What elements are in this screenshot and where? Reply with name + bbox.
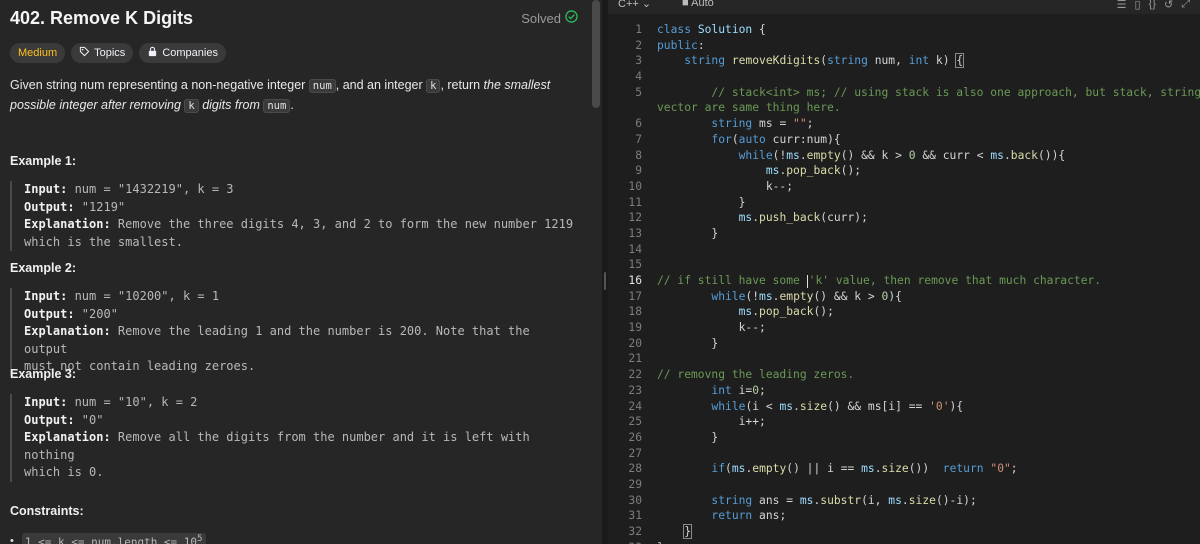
check-circle-icon <box>565 10 578 26</box>
code-line: 4 <box>635 70 642 84</box>
code-line: 6 string ms = ""; <box>635 117 814 131</box>
code-line: 11 } <box>628 195 746 209</box>
list-icon[interactable]: ☰ <box>1117 0 1127 11</box>
code-line: 21 <box>628 352 642 366</box>
language-select[interactable]: C++ ⌄ <box>618 0 651 10</box>
code-line: 3 string removeKdigits(string num, int k… <box>635 53 965 69</box>
topics-button[interactable]: Topics <box>71 43 134 63</box>
code-line: 33}; <box>608 540 1200 544</box>
code-line: 12 ms.push_back(curr); <box>628 211 868 225</box>
code-line-active: 16// if still have some 'k' value, then … <box>628 274 1102 288</box>
example-heading: Example 3: <box>10 367 77 381</box>
code-line: 10 k--; <box>628 179 794 193</box>
problem-title[interactable]: 402. Remove K Digits <box>10 8 193 29</box>
code-line: 18 ms.pop_back(); <box>628 305 834 319</box>
inline-code: num <box>263 99 291 113</box>
code-line: 15 <box>628 258 642 272</box>
lock-icon: ■ <box>682 0 689 9</box>
code-line: 2 public: <box>635 38 705 52</box>
problem-description: Given string num representing a non-nega… <box>10 78 551 113</box>
reset-icon[interactable]: ↺ <box>1164 0 1173 11</box>
tag-icon <box>79 46 90 60</box>
chevron-down-icon: ⌄ <box>641 0 652 10</box>
code-line: 5 // stack<int> ms; // using stack is al… <box>635 85 1200 99</box>
description-scrollbar[interactable] <box>590 0 602 544</box>
solved-status: Solved <box>521 10 578 26</box>
code-line: 22// removng the leading zeros. <box>628 368 855 382</box>
code-line: 1 class Solution { <box>635 23 766 36</box>
code-line: 31 return ans; <box>628 509 787 523</box>
code-line: 9 ms.pop_back(); <box>635 164 862 178</box>
inline-code: num <box>308 79 336 93</box>
splitter-grip[interactable] <box>604 272 606 290</box>
code-line: 13 } <box>628 226 719 240</box>
code-line: 32 } <box>628 524 693 539</box>
lock-icon <box>147 46 158 60</box>
code-line: 24 while(i < ms.size() && ms[i] == '0'){ <box>628 399 964 413</box>
code-line: vector are same thing here. <box>657 101 841 115</box>
description-panel: 402. Remove K Digits Solved Medium Topic… <box>0 0 590 544</box>
inline-code: k <box>184 99 199 113</box>
scrollbar-thumb[interactable] <box>592 0 600 108</box>
example-block: Input: num = "1432219", k = 3 Output: "1… <box>10 181 580 251</box>
constraints-heading: Constraints: <box>10 504 84 518</box>
constraint-item: • 1 <= k <= num.length <= 105 <box>10 533 206 544</box>
code-line: 19 k--; <box>628 321 766 335</box>
code-line: 17 while(!ms.empty() && k > 0){ <box>628 289 902 303</box>
code-line: 26 } <box>628 430 719 444</box>
code-area[interactable]: 1 class Solution { 2 public: 3 string remo… <box>608 22 1200 544</box>
code-line: 25 i++; <box>628 415 766 429</box>
code-editor-panel: C++ ⌄ ■ Auto ☰ ▯ {} ↺ ⤢ 1 class Solution … <box>608 0 1200 544</box>
braces-icon[interactable]: {} <box>1149 0 1156 11</box>
companies-button[interactable]: Companies <box>139 43 226 63</box>
code-line: 8 while(!ms.empty() && k > 0 && curr < m… <box>635 148 1066 162</box>
code-line: 20 } <box>628 336 719 350</box>
tag-row: Medium Topics Companies <box>10 43 226 63</box>
code-line: 29 <box>628 477 642 491</box>
example-heading: Example 2: <box>10 261 77 275</box>
code-line: 14 <box>628 242 642 256</box>
difficulty-badge[interactable]: Medium <box>10 43 66 63</box>
example-heading: Example 1: <box>10 154 77 168</box>
example-block: Input: num = "10200", k = 1 Output: "200… <box>10 288 580 376</box>
bookmark-icon[interactable]: ▯ <box>1135 0 1141 11</box>
mode-toggle[interactable]: ■ Auto <box>682 0 714 9</box>
solved-label: Solved <box>521 10 561 26</box>
editor-toolbar: C++ ⌄ ■ Auto ☰ ▯ {} ↺ ⤢ <box>608 0 1200 14</box>
code-line: 23 int i=0; <box>628 383 766 397</box>
code-line: 28 if(ms.empty() || i == ms.size()) retu… <box>628 462 1018 476</box>
code-line: 7 for(auto curr:num){ <box>635 132 841 146</box>
example-block: Input: num = "10", k = 2 Output: "0" Exp… <box>10 394 580 482</box>
inline-code: k <box>426 79 441 93</box>
code-line: 30 string ans = ms.substr(i, ms.size()-i… <box>628 493 977 507</box>
expand-icon[interactable]: ⤢ <box>1181 0 1190 11</box>
text-cursor <box>806 274 808 288</box>
code-line: 27 <box>628 446 642 460</box>
toolbar-icons: ☰ ▯ {} ↺ ⤢ <box>1117 0 1190 11</box>
companies-label: Companies <box>162 47 218 59</box>
topics-label: Topics <box>94 47 126 59</box>
